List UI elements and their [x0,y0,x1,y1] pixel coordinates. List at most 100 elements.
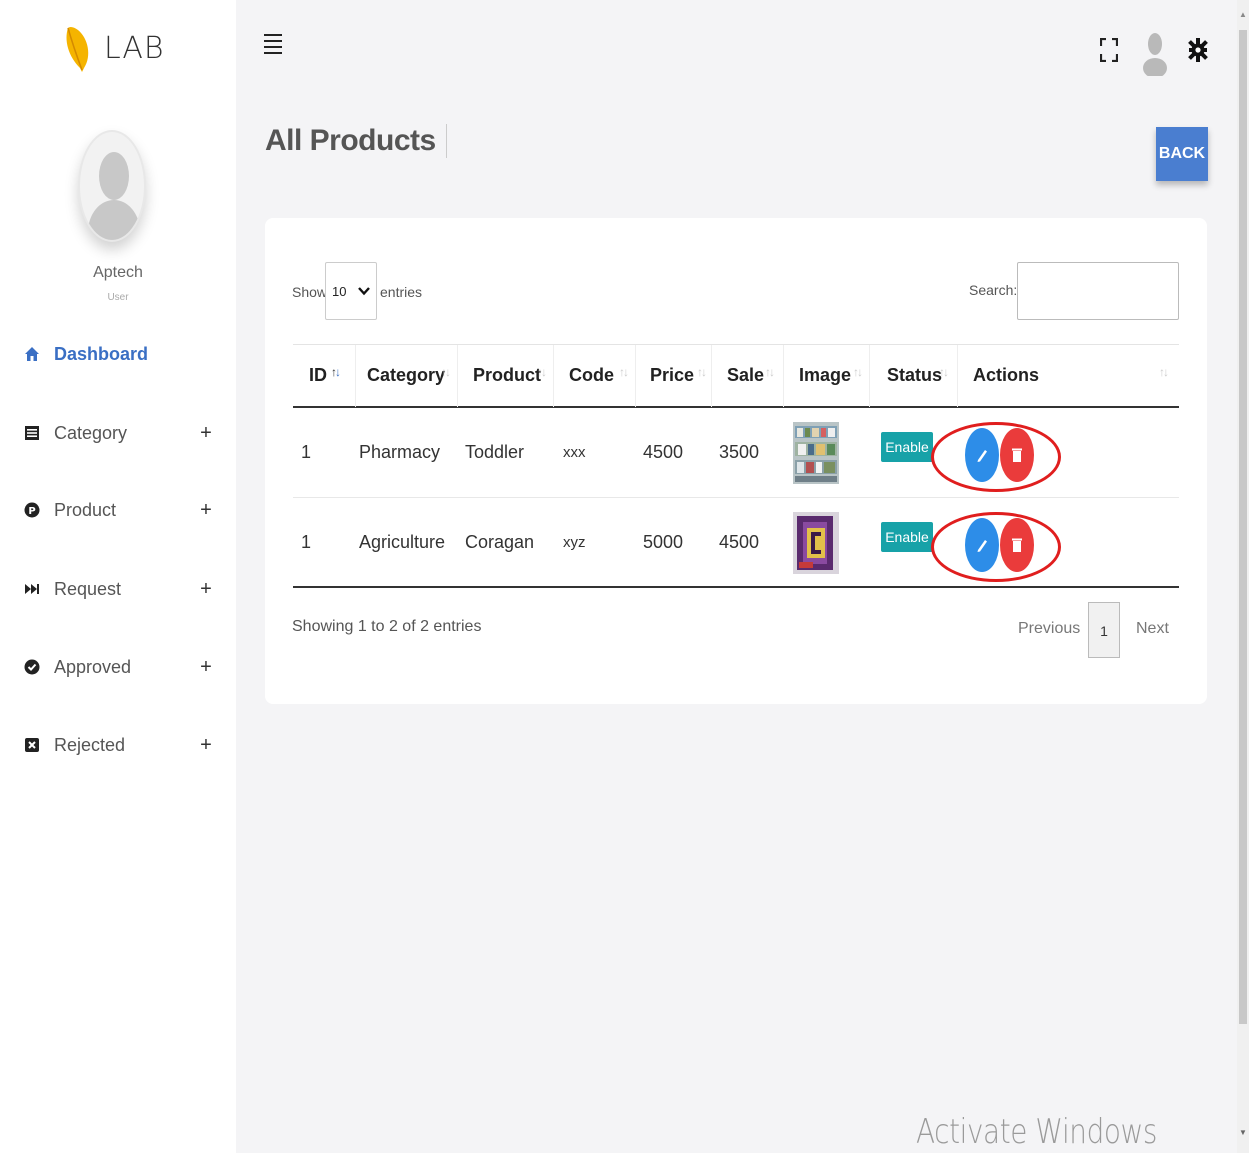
back-button[interactable]: BACK [1156,127,1208,181]
menu-icon[interactable] [264,34,284,56]
scrollbar-thumb[interactable] [1239,30,1247,1024]
list-icon [24,425,40,441]
column-header-id[interactable]: ID [309,365,327,386]
vertical-scrollbar[interactable]: ▲ ▼ [1237,0,1249,1153]
gear-icon[interactable] [1188,36,1208,64]
expand-plus-icon[interactable]: + [198,656,214,679]
x-square-icon [24,737,40,753]
expand-plus-icon[interactable]: + [198,422,214,445]
sidebar-item-rejected[interactable]: Rejected + [24,730,214,760]
entries-select-value: 10 [332,283,347,299]
sort-icon[interactable]: ↑↓ [939,365,949,379]
entries-select[interactable]: 10 [325,262,377,320]
column-header-actions[interactable]: Actions [973,365,1039,386]
leaf-logo-icon [66,26,89,73]
expand-plus-icon[interactable]: + [198,499,214,522]
cell-sale: 4500 [719,532,760,552]
sidebar-item-label: Product [54,499,117,520]
cell-price: 4500 [643,442,684,462]
sidebar-item-approved[interactable]: Approved + [24,652,214,682]
fast-forward-icon [24,581,40,597]
status-badge[interactable]: Enable [881,522,933,552]
sort-icon[interactable]: ↑↓ [697,365,707,379]
sidebar-item-label: Request [54,578,122,599]
column-header-code[interactable]: Code [569,365,614,386]
user-name: Aptech [93,264,143,281]
check-circle-icon [24,659,40,675]
products-card: Show 10 entries Search: ID ↑↓ Category ↑… [265,218,1207,704]
avatar[interactable] [78,130,148,242]
scroll-down-arrow-icon[interactable]: ▼ [1239,1128,1247,1137]
coragan-product-image [793,512,839,574]
column-header-sale[interactable]: Sale [727,365,764,386]
cell-id: 1 [301,532,312,552]
cell-sale: 3500 [719,442,760,462]
entries-label: entries [380,284,423,300]
cell-code: xxx [563,444,586,461]
trash-icon [1012,448,1022,462]
pharmacy-shelf-image [793,422,839,484]
column-header-product[interactable]: Product [473,365,541,386]
sidebar: LAB Aptech User Dashboard Category + P P… [0,0,236,1153]
fullscreen-icon[interactable] [1100,38,1118,62]
page-title: All Products [265,124,447,158]
expand-plus-icon[interactable]: + [198,734,214,757]
cell-id: 1 [301,442,312,462]
product-p-icon: P [24,502,40,518]
sidebar-item-request[interactable]: Request + [24,574,214,604]
sidebar-item-dashboard[interactable]: Dashboard [24,339,214,369]
sidebar-item-label: Dashboard [54,343,149,364]
user-icon[interactable] [1142,32,1168,76]
search-label: Search: [969,282,1018,298]
sidebar-item-product[interactable]: P Product + [24,495,214,525]
activate-windows-watermark: Activate Windows [916,1112,1158,1152]
sort-icon[interactable]: ↑↓ [853,365,863,379]
cell-code: xyz [563,534,586,551]
delete-button[interactable] [1000,518,1034,572]
column-header-category[interactable]: Category [367,365,445,386]
show-label: Show [292,284,328,300]
home-icon [24,346,40,362]
scroll-up-arrow-icon[interactable]: ▲ [1239,10,1247,19]
chevron-down-icon [358,287,370,296]
sort-icon[interactable]: ↑↓ [1159,365,1169,379]
user-role: User [107,292,129,303]
cell-product: Toddler [465,442,525,462]
cell-category: Agriculture [359,532,446,552]
cell-price: 5000 [643,532,684,552]
table-row: 1 Pharmacy Toddler xxx 4500 3500 Enable [293,408,1179,498]
sort-icon[interactable]: ↑↓ [765,365,775,379]
trash-icon [1012,538,1022,552]
status-badge[interactable]: Enable [881,432,933,462]
sidebar-item-label: Approved [54,656,132,677]
delete-button[interactable] [1000,428,1034,482]
column-header-status[interactable]: Status [887,365,942,386]
column-header-image[interactable]: Image [799,365,851,386]
sidebar-item-category[interactable]: Category + [24,418,214,448]
pencil-icon [977,540,987,552]
previous-page-link[interactable]: Previous [1018,620,1080,638]
search-input[interactable] [1017,262,1179,320]
sidebar-item-label: Category [54,422,128,443]
table-info: Showing 1 to 2 of 2 entries [292,618,482,635]
next-page-link[interactable]: Next [1136,620,1169,638]
sort-asc-icon[interactable]: ↑↓ [331,365,341,379]
svg-text:P: P [28,506,35,517]
sort-icon[interactable]: ↑↓ [619,365,629,379]
edit-button[interactable] [965,428,999,482]
expand-plus-icon[interactable]: + [198,578,214,601]
cell-category: Pharmacy [359,442,441,462]
edit-button[interactable] [965,518,999,572]
cell-product: Coragan [465,532,535,552]
sort-icon[interactable]: ↑↓ [537,365,547,379]
page-1-button[interactable]: 1 [1088,602,1120,658]
user-silhouette-icon [88,152,140,240]
pencil-icon [977,450,987,462]
table-row: 1 Agriculture Coragan xyz 5000 4500 Enab… [293,498,1179,588]
brand-name: LAB [104,30,165,66]
sidebar-item-label: Rejected [54,734,126,755]
brand[interactable]: LAB [62,22,165,74]
table-header: ID ↑↓ Category ↑↓ Product ↑↓ Code ↑↓ Pri… [293,344,1179,408]
sort-icon[interactable]: ↑↓ [441,365,451,379]
column-header-price[interactable]: Price [650,365,694,386]
